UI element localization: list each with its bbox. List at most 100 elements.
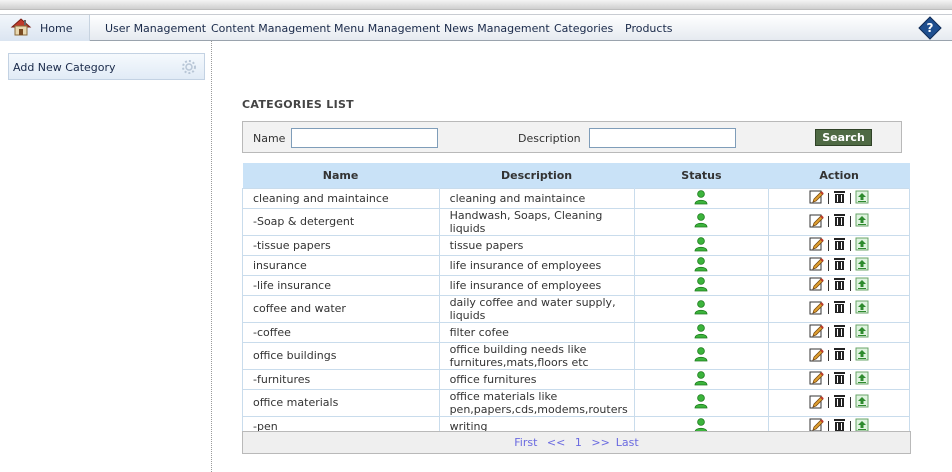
status-cell — [633, 207, 770, 236]
edit-icon[interactable] — [809, 276, 824, 294]
category-description: office materials like pen,papers,cds,mod… — [438, 388, 635, 417]
action-separator — [850, 239, 852, 251]
upload-icon[interactable] — [855, 371, 869, 388]
action-cell — [768, 341, 910, 370]
table-row: -Soap & detergent Handwash, Soaps, Cleani… — [242, 207, 910, 236]
action-separator — [828, 397, 830, 408]
action-cell — [768, 187, 910, 209]
trash-icon[interactable] — [833, 277, 846, 294]
search-button[interactable]: Search — [815, 129, 872, 146]
nav-news-management[interactable]: News Management — [444, 22, 550, 35]
user-active-icon[interactable] — [693, 323, 709, 342]
name-search-input[interactable] — [291, 128, 438, 148]
category-description: office building needs like furnitures,ma… — [438, 341, 635, 370]
trash-icon[interactable] — [833, 371, 846, 388]
trash-icon[interactable] — [833, 347, 846, 364]
header-action: Action — [768, 163, 910, 188]
user-active-icon[interactable] — [693, 370, 709, 389]
edit-icon[interactable] — [809, 213, 824, 231]
edit-icon[interactable] — [809, 256, 824, 274]
action-cell — [768, 294, 910, 323]
action-separator — [828, 420, 830, 432]
nav-home-label: Home — [40, 22, 73, 35]
action-cell — [768, 274, 910, 296]
edit-icon[interactable] — [809, 370, 824, 388]
edit-icon[interactable] — [809, 300, 824, 318]
table-header-row: Name Description Status Action — [242, 163, 910, 188]
trash-icon[interactable] — [833, 300, 846, 317]
action-cell — [768, 368, 910, 390]
action-cell — [768, 321, 910, 343]
user-active-icon[interactable] — [693, 300, 709, 318]
upload-icon[interactable] — [855, 277, 869, 294]
upload-icon[interactable] — [855, 324, 869, 341]
action-separator — [850, 192, 852, 204]
pager-prev-link[interactable]: << — [547, 436, 565, 449]
edit-icon[interactable] — [809, 189, 824, 207]
user-active-icon[interactable] — [693, 213, 709, 231]
upload-icon[interactable] — [855, 300, 869, 317]
pager-next-link[interactable]: >> — [591, 436, 609, 449]
action-separator — [850, 216, 852, 227]
category-description: life insurance of employees — [438, 254, 635, 276]
sidebar: Add New Category — [0, 41, 212, 472]
status-cell — [633, 294, 770, 323]
pager-current-page[interactable]: 1 — [575, 436, 582, 449]
user-active-icon[interactable] — [693, 236, 709, 255]
category-name: cleaning and maintaince — [242, 187, 440, 209]
category-description: office furnitures — [438, 368, 635, 390]
name-label: Name — [253, 132, 286, 145]
edit-icon[interactable] — [809, 394, 824, 412]
trash-icon[interactable] — [833, 394, 846, 411]
action-separator — [850, 326, 852, 338]
trash-icon[interactable] — [833, 324, 846, 341]
status-cell — [633, 274, 770, 296]
upload-icon[interactable] — [855, 394, 869, 411]
help-icon[interactable]: ? — [918, 16, 942, 40]
pager-last-link[interactable]: Last — [616, 436, 639, 449]
user-active-icon[interactable] — [693, 394, 709, 412]
upload-icon[interactable] — [855, 213, 869, 230]
pager-first-link[interactable]: First — [514, 436, 537, 449]
window-top-strip — [0, 0, 952, 10]
user-active-icon[interactable] — [693, 347, 709, 365]
trash-icon[interactable] — [833, 237, 846, 254]
action-separator — [850, 420, 852, 432]
user-active-icon[interactable] — [693, 256, 709, 275]
category-name: -life insurance — [242, 274, 440, 296]
user-active-icon[interactable] — [693, 276, 709, 295]
upload-icon[interactable] — [855, 190, 869, 207]
status-cell — [633, 234, 770, 256]
nav-menu-management[interactable]: Menu Management — [334, 22, 440, 35]
nav-categories[interactable]: Categories — [554, 22, 613, 35]
trash-icon[interactable] — [833, 190, 846, 207]
edit-icon[interactable] — [809, 347, 824, 365]
add-new-category-button[interactable]: Add New Category — [8, 53, 205, 80]
category-description: cleaning and maintaince — [438, 187, 635, 209]
action-separator — [828, 239, 830, 251]
upload-icon[interactable] — [855, 237, 869, 254]
trash-icon[interactable] — [833, 213, 846, 230]
action-separator — [828, 350, 830, 361]
description-search-input[interactable] — [589, 128, 736, 148]
trash-icon[interactable] — [833, 257, 846, 274]
upload-icon[interactable] — [855, 257, 869, 274]
edit-icon[interactable] — [809, 323, 824, 341]
table-row: -furnitures office furnitures — [242, 368, 910, 390]
action-separator — [828, 216, 830, 227]
user-active-icon[interactable] — [693, 189, 709, 208]
action-separator — [850, 303, 852, 314]
category-name: -coffee — [242, 321, 440, 343]
svg-text:?: ? — [927, 21, 934, 35]
nav-home-button[interactable]: Home — [0, 15, 90, 41]
action-separator — [828, 192, 830, 204]
category-name: -Soap & detergent — [242, 207, 440, 236]
action-separator — [850, 350, 852, 361]
nav-user-management[interactable]: User Management — [105, 22, 206, 35]
nav-content-management[interactable]: Content Management — [211, 22, 331, 35]
upload-icon[interactable] — [855, 347, 869, 364]
edit-icon[interactable] — [809, 236, 824, 254]
action-cell — [768, 254, 910, 276]
nav-products[interactable]: Products — [625, 22, 673, 35]
table-row: office materials office materials like pe… — [242, 388, 910, 417]
